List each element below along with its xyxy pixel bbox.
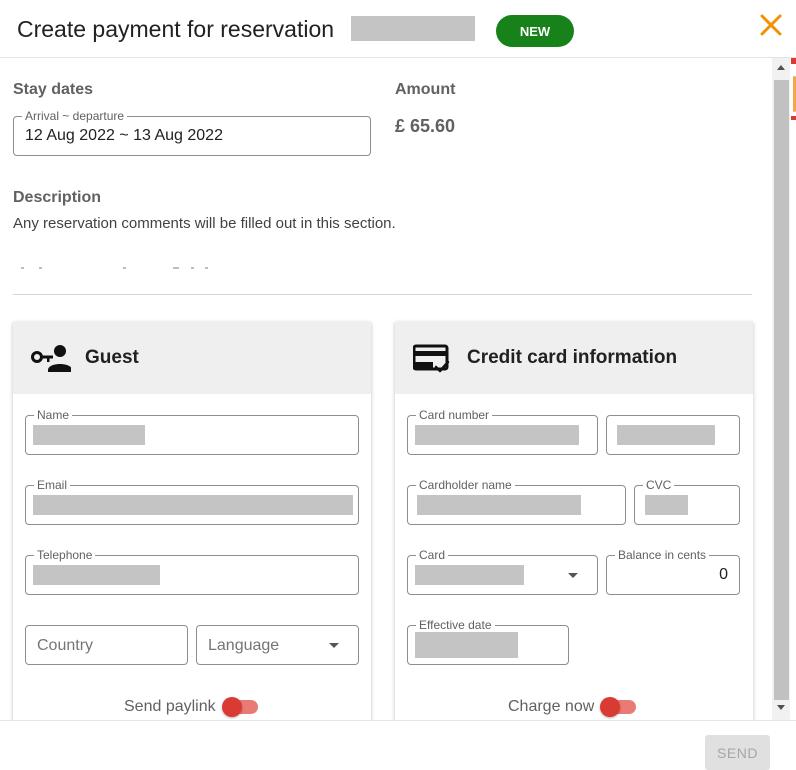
description-text: Any reservation comments will be filled … bbox=[13, 215, 396, 232]
guest-card: Guest Name Email Telephone Country Langu… bbox=[13, 322, 371, 720]
vertical-scrollbar[interactable] bbox=[772, 58, 790, 720]
stay-dates-heading: Stay dates bbox=[13, 81, 94, 98]
cardholder-name-field[interactable]: Cardholder name bbox=[407, 478, 626, 525]
credit-card-check-icon bbox=[413, 344, 450, 373]
card-type-select[interactable]: Card bbox=[407, 548, 598, 595]
language-placeholder: Language bbox=[208, 637, 280, 654]
dialog-footer: SEND bbox=[0, 720, 796, 770]
redacted-card-type bbox=[415, 565, 524, 585]
redacted-name bbox=[33, 425, 145, 445]
effective-date-label: Effective date bbox=[416, 618, 495, 632]
credit-card-header: Credit card information bbox=[395, 322, 753, 394]
redacted-reservation-id bbox=[351, 16, 475, 41]
effective-date-field[interactable]: Effective date bbox=[407, 618, 569, 665]
scroll-down-arrow-icon[interactable] bbox=[777, 705, 785, 710]
balance-in-cents-field[interactable]: Balance in cents 0 bbox=[606, 548, 740, 595]
redacted-card-number bbox=[415, 425, 579, 445]
background-edge bbox=[791, 58, 796, 122]
amount-value: £ 65.60 bbox=[395, 116, 456, 136]
charge-now-toggle[interactable] bbox=[600, 696, 636, 718]
balance-in-cents-value: 0 bbox=[719, 566, 728, 583]
cardholder-name-label: Cardholder name bbox=[416, 478, 515, 492]
card-number-field[interactable]: Card number bbox=[407, 408, 598, 455]
cvc-label: CVC bbox=[643, 478, 675, 492]
card-type-label: Card bbox=[416, 548, 449, 562]
send-button[interactable]: SEND bbox=[705, 735, 770, 770]
credit-card-card: Credit card information Card number Card… bbox=[395, 322, 753, 720]
card-number-label: Card number bbox=[416, 408, 493, 422]
dialog-content: Stay dates Arrival ~ departure 12 Aug 20… bbox=[0, 58, 772, 720]
redacted-email bbox=[33, 495, 353, 515]
telephone-label: Telephone bbox=[34, 548, 96, 562]
send-paylink-toggle[interactable] bbox=[222, 696, 258, 718]
credit-card-title: Credit card information bbox=[467, 347, 678, 368]
scrollbar-thumb[interactable] bbox=[774, 80, 789, 700]
description-heading: Description bbox=[13, 189, 102, 206]
country-placeholder: Country bbox=[37, 637, 94, 654]
name-label: Name bbox=[34, 408, 73, 422]
redacted-cardholder-name bbox=[417, 495, 581, 515]
redacted-effective-date bbox=[415, 632, 518, 658]
charge-now-knob bbox=[600, 697, 620, 717]
status-badge: NEW bbox=[496, 15, 574, 47]
cvc-field[interactable]: CVC bbox=[634, 478, 740, 525]
close-icon[interactable] bbox=[756, 10, 786, 40]
redacted-telephone bbox=[33, 565, 160, 585]
guest-card-header: Guest bbox=[13, 322, 371, 394]
dropdown-arrow-icon bbox=[329, 643, 339, 648]
charge-now-label: Charge now bbox=[508, 698, 595, 715]
arrival-departure-field[interactable]: Arrival ~ departure 12 Aug 2022 ~ 13 Aug… bbox=[13, 109, 371, 156]
card-number-extra-field[interactable] bbox=[606, 415, 740, 455]
send-paylink-knob bbox=[222, 697, 242, 717]
amount-heading: Amount bbox=[395, 81, 456, 98]
section-divider bbox=[13, 294, 752, 295]
dialog-title: Create payment for reservation bbox=[17, 16, 335, 42]
arrival-departure-label: Arrival ~ departure bbox=[22, 109, 128, 123]
redacted-card-number-extra bbox=[617, 425, 715, 445]
country-field[interactable]: Country bbox=[25, 625, 188, 665]
scroll-up-arrow-icon[interactable] bbox=[777, 65, 785, 70]
arrival-departure-value: 12 Aug 2022 ~ 13 Aug 2022 bbox=[25, 127, 223, 144]
language-select[interactable]: Language bbox=[196, 625, 359, 665]
clipped-text-remnant bbox=[21, 267, 208, 269]
guest-card-title: Guest bbox=[85, 347, 139, 368]
dropdown-arrow-icon bbox=[568, 573, 578, 578]
balance-in-cents-label: Balance in cents bbox=[615, 548, 710, 562]
send-paylink-label: Send paylink bbox=[124, 698, 216, 715]
email-label: Email bbox=[34, 478, 71, 492]
redacted-cvc bbox=[645, 495, 688, 515]
dialog-header: Create payment for reservation NEW bbox=[0, 0, 796, 58]
name-field[interactable]: Name bbox=[25, 408, 359, 455]
telephone-field[interactable]: Telephone bbox=[25, 548, 359, 595]
email-field[interactable]: Email bbox=[25, 478, 359, 525]
guest-key-icon bbox=[31, 345, 71, 372]
